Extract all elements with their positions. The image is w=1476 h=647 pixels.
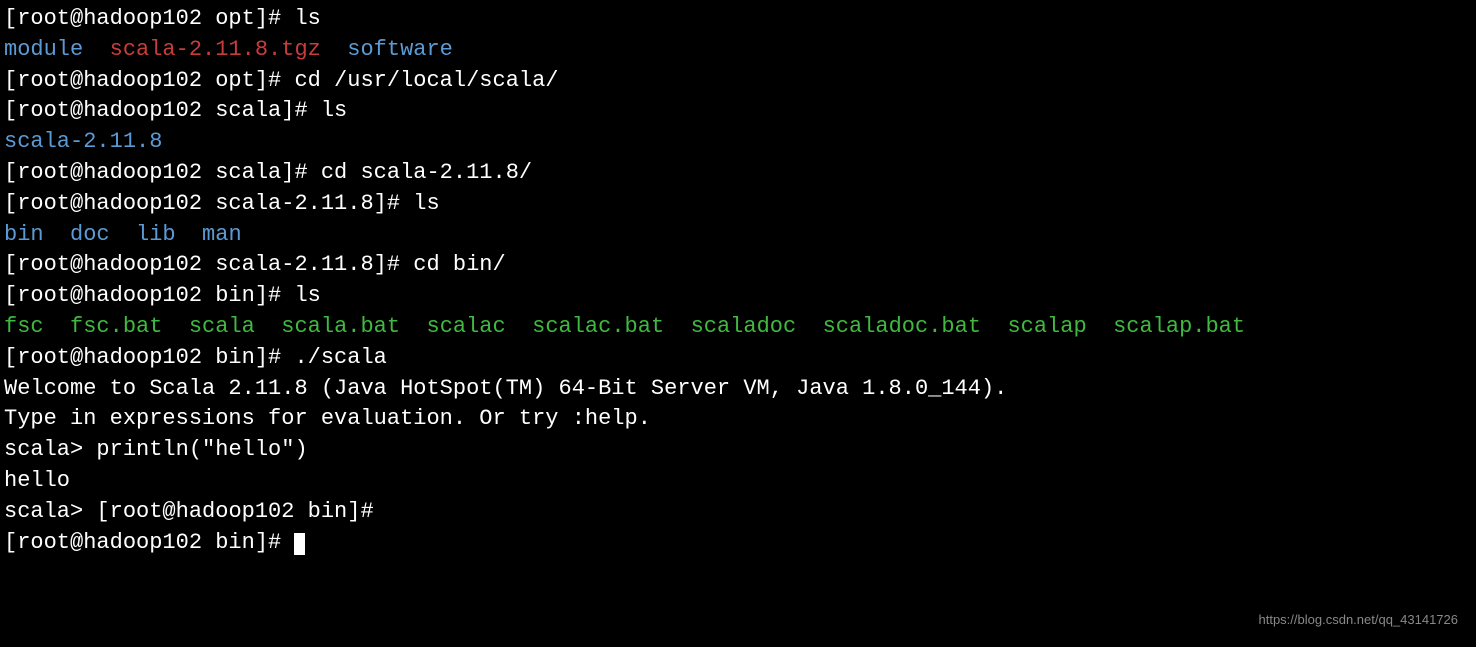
output-text: hello (0, 466, 1476, 497)
spacer (664, 314, 690, 339)
dir-entry: module (4, 37, 83, 62)
exec-entry: scalap (1007, 314, 1086, 339)
dir-entry: man (202, 222, 242, 247)
dir-entry: software (347, 37, 453, 62)
terminal-line: module scala-2.11.8.tgz software (0, 35, 1476, 66)
dir-entry: doc (70, 222, 110, 247)
shell-prompt: [root@hadoop102 opt]# (4, 6, 294, 31)
dir-entry: bin (4, 222, 44, 247)
terminal-line: [root@hadoop102 scala-2.11.8]# cd bin/ (0, 250, 1476, 281)
exec-entry: scaladoc.bat (823, 314, 981, 339)
terminal-line: [root@hadoop102 bin]# ls (0, 281, 1476, 312)
exec-entry: scalac (427, 314, 506, 339)
terminal-line: fsc fsc.bat scala scala.bat scalac scala… (0, 312, 1476, 343)
command: cd /usr/local/scala/ (294, 68, 558, 93)
command: cd scala-2.11.8/ (321, 160, 532, 185)
command: cd bin/ (413, 252, 505, 277)
exec-entry: scala (189, 314, 255, 339)
dir-entry: lib (136, 222, 176, 247)
terminal-line: [root@hadoop102 scala-2.11.8]# ls (0, 189, 1476, 220)
terminal-line: [root@hadoop102 scala]# ls (0, 96, 1476, 127)
terminal-line: scala-2.11.8 (0, 127, 1476, 158)
spacer (1087, 314, 1113, 339)
command: ls (294, 6, 320, 31)
output-text: Welcome to Scala 2.11.8 (Java HotSpot(TM… (0, 374, 1476, 405)
shell-prompt: [root@hadoop102 scala]# (4, 98, 321, 123)
command: ls (321, 98, 347, 123)
spacer (796, 314, 822, 339)
spacer (981, 314, 1007, 339)
exec-entry: scaladoc (691, 314, 797, 339)
shell-prompt: [root@hadoop102 bin]# (96, 499, 386, 524)
terminal-line[interactable]: [root@hadoop102 bin]# (0, 528, 1476, 559)
cursor (294, 533, 305, 555)
spacer (506, 314, 532, 339)
archive-entry: scala-2.11.8.tgz (110, 37, 321, 62)
output-text: Type in expressions for evaluation. Or t… (0, 404, 1476, 435)
shell-prompt: [root@hadoop102 opt]# (4, 68, 294, 93)
shell-prompt: [root@hadoop102 scala-2.11.8]# (4, 252, 413, 277)
terminal-line: [root@hadoop102 opt]# ls (0, 4, 1476, 35)
exec-entry: scalac.bat (532, 314, 664, 339)
terminal-line: [root@hadoop102 scala]# cd scala-2.11.8/ (0, 158, 1476, 189)
watermark-text: https://blog.csdn.net/qq_43141726 (1259, 611, 1459, 629)
exec-entry: scala.bat (281, 314, 400, 339)
exec-entry: fsc.bat (70, 314, 162, 339)
shell-prompt: [root@hadoop102 scala]# (4, 160, 321, 185)
shell-prompt: [root@hadoop102 bin]# (4, 283, 294, 308)
terminal-line: [root@hadoop102 opt]# cd /usr/local/scal… (0, 66, 1476, 97)
scala-prompt: scala> (4, 499, 96, 524)
terminal-line: scala> [root@hadoop102 bin]# (0, 497, 1476, 528)
exec-entry: scalap.bat (1113, 314, 1245, 339)
shell-prompt: [root@hadoop102 scala-2.11.8]# (4, 191, 413, 216)
dir-entry: scala-2.11.8 (4, 129, 162, 154)
exec-entry: fsc (4, 314, 44, 339)
spacer (162, 314, 188, 339)
shell-prompt: [root@hadoop102 bin]# (4, 530, 294, 555)
command: ./scala (294, 345, 386, 370)
spacer (83, 37, 109, 62)
spacer (321, 37, 347, 62)
terminal-line: scala> println("hello") (0, 435, 1476, 466)
command: ls (413, 191, 439, 216)
spacer (176, 222, 202, 247)
spacer (44, 314, 70, 339)
command: println("hello") (96, 437, 307, 462)
shell-prompt: [root@hadoop102 bin]# (4, 345, 294, 370)
spacer (110, 222, 136, 247)
spacer (44, 222, 70, 247)
terminal-line: bin doc lib man (0, 220, 1476, 251)
command: ls (294, 283, 320, 308)
terminal-line: [root@hadoop102 bin]# ./scala (0, 343, 1476, 374)
spacer (255, 314, 281, 339)
scala-prompt: scala> (4, 437, 96, 462)
spacer (400, 314, 426, 339)
